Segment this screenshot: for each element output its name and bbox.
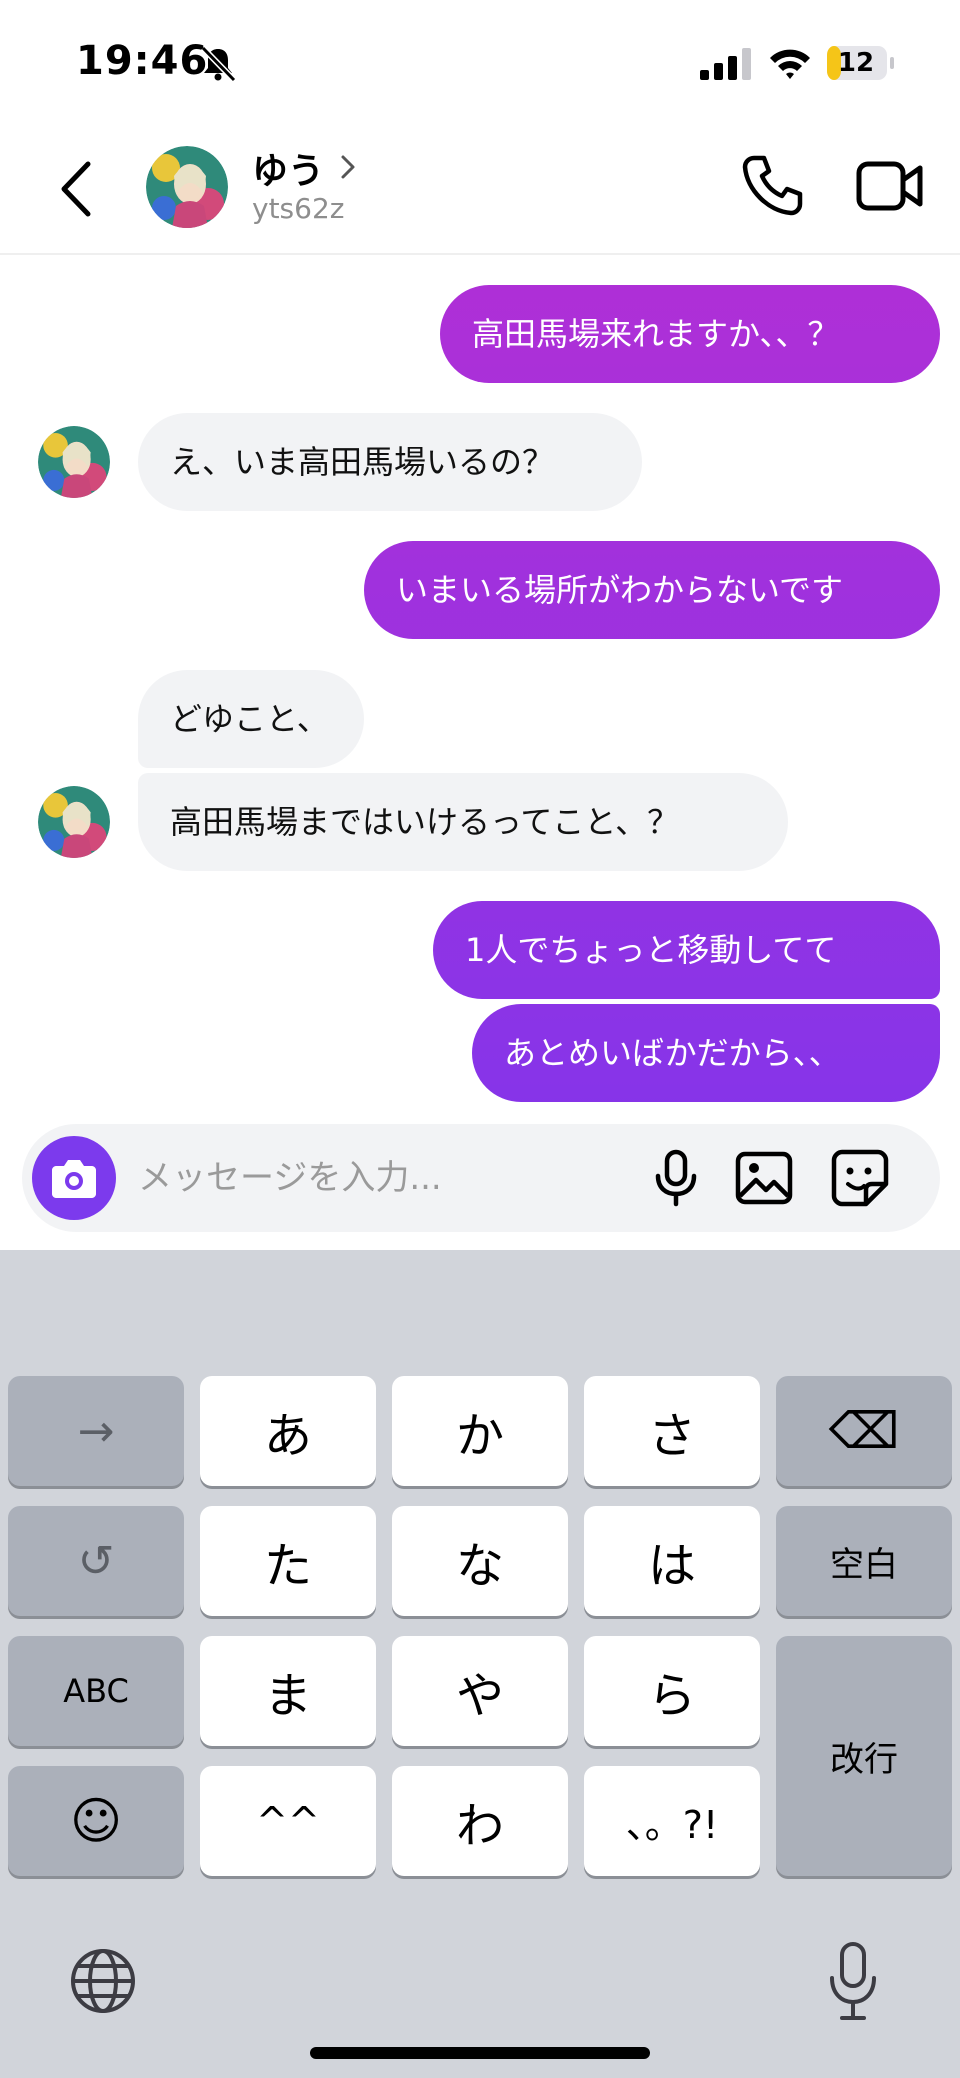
key-ka[interactable]: か [392,1376,568,1486]
emoji-key[interactable]: ☺ [8,1766,184,1876]
key-a[interactable]: あ [200,1376,376,1486]
globe-icon[interactable] [68,1946,138,2016]
sticker-icon[interactable] [828,1146,892,1210]
kaomoji-key[interactable]: ^^ [200,1766,376,1876]
incoming-message-bubble[interactable]: 高田馬場まではいけるってこと、？ [138,773,788,871]
chevron-right-icon [341,155,355,179]
camera-button[interactable] [32,1136,116,1220]
cellular-signal-icon [700,48,751,80]
outgoing-message-bubble[interactable]: 高田馬場来れますか、、？ [440,285,940,383]
status-bar: 19:46 12 [0,0,960,130]
home-indicator[interactable] [310,2047,650,2059]
abc-key[interactable]: ABC [8,1636,184,1746]
incoming-message-bubble[interactable]: どゆこと、 [138,670,364,768]
composer-area [0,1110,960,1250]
contact-handle: yts62z [252,192,345,225]
key-ta[interactable]: た [200,1506,376,1616]
wifi-icon [770,49,810,79]
key-ha[interactable]: は [584,1506,760,1616]
message-input[interactable] [138,1124,638,1232]
outgoing-message-bubble[interactable]: あとめいばかだから、、 [472,1004,940,1102]
outgoing-message-bubble[interactable]: いまいる場所がわからないです [364,541,940,639]
phone-icon[interactable] [740,152,806,218]
outgoing-message-bubble[interactable]: 1人でちょっと移動してて [433,901,940,999]
key-ma[interactable]: ま [200,1636,376,1746]
message-list: 高田馬場来れますか、、？ え、いま高田馬場いるの？ いまいる場所がわからないです どゆ… [0,257,960,1120]
battery-level: 12 [837,48,875,78]
contact-avatar[interactable] [146,146,228,228]
message-composer [22,1124,940,1232]
arrow-right-key[interactable]: → [8,1376,184,1486]
key-ya[interactable]: や [392,1636,568,1746]
key-wa[interactable]: わ [392,1766,568,1876]
key-sa[interactable]: さ [584,1376,760,1486]
back-chevron-icon[interactable] [52,154,102,224]
bell-slash-icon [200,45,237,83]
microphone-icon[interactable] [644,1146,708,1210]
message-avatar[interactable] [38,426,110,498]
video-camera-icon[interactable] [856,154,924,216]
return-key[interactable]: 改行 [776,1636,952,1876]
incoming-message-bubble[interactable]: え、いま高田馬場いるの？ [138,413,642,511]
delete-key[interactable]: ⌫ [776,1376,952,1486]
key-ra[interactable]: ら [584,1636,760,1746]
key-na[interactable]: な [392,1506,568,1616]
message-avatar[interactable] [38,786,110,858]
contact-name[interactable]: ゆう [252,142,324,194]
keyboard: → あかさ ⌫ ↺ たなは空白 ABC まやら改行 ☺ ^^ わ、。?! [0,1250,960,2078]
space-key[interactable]: 空白 [776,1506,952,1616]
dictation-mic-icon[interactable] [828,1940,878,2022]
chat-header: ゆう yts62z [0,130,960,255]
status-time: 19:46 [76,38,209,84]
punctuation-key[interactable]: 、。?! [584,1766,760,1876]
camera-icon [52,1160,96,1198]
image-icon[interactable] [732,1146,796,1210]
undo-key[interactable]: ↺ [8,1506,184,1616]
